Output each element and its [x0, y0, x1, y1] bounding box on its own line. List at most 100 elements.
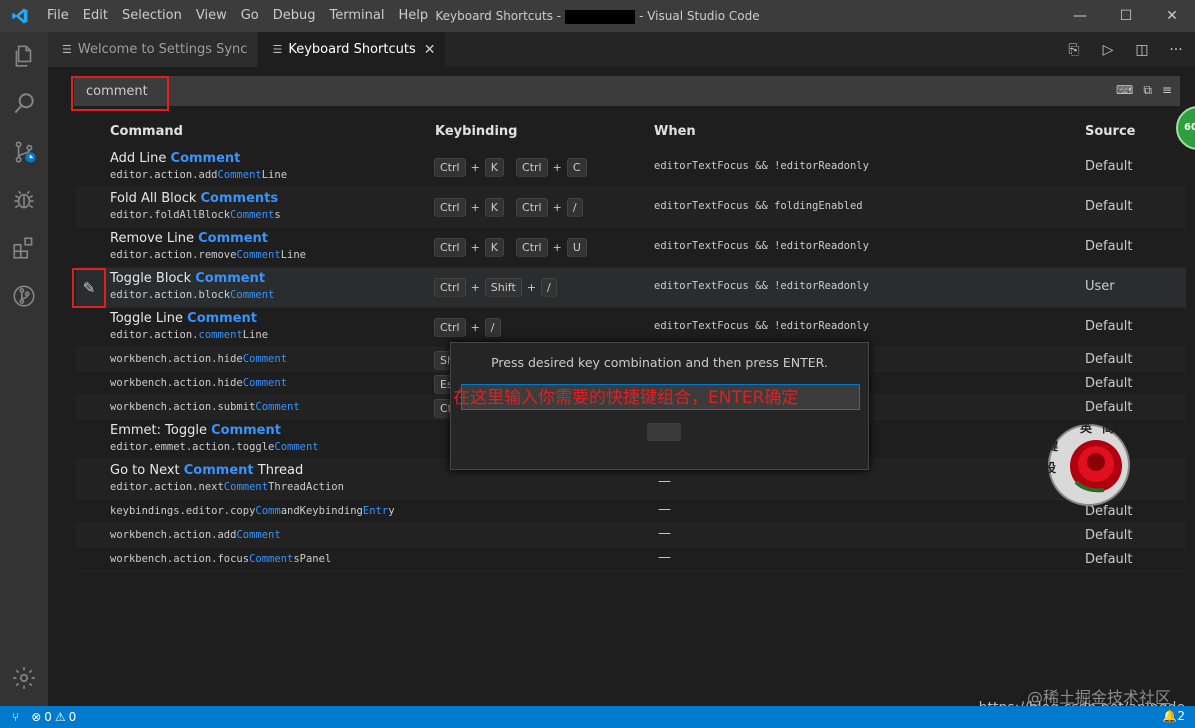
key-label: Ctrl — [434, 318, 466, 337]
source-label: Default — [1085, 528, 1133, 543]
git-graph-icon[interactable] — [0, 272, 48, 320]
command-id: editor.foldAllBlockComments — [110, 209, 281, 221]
problems-status[interactable]: ⊗ 0 ⚠ 0 — [31, 710, 76, 724]
annotation-text: 在这里输入你需要的快捷键组合，ENTER确定 — [453, 388, 799, 408]
menu-file[interactable]: File — [40, 0, 76, 32]
menu-edit[interactable]: Edit — [76, 0, 115, 32]
rose-char-2: 简 — [1102, 420, 1114, 435]
split-editor-icon[interactable]: ◫ — [1133, 42, 1151, 58]
menu-selection[interactable]: Selection — [115, 0, 189, 32]
column-when[interactable]: When — [654, 124, 696, 139]
key-label: Ctrl — [516, 158, 548, 177]
tab-welcome-settings-sync[interactable]: ☰ Welcome to Settings Sync — [48, 32, 259, 67]
table-row[interactable]: ✎ Toggle Block Comment editor.action.block… — [72, 268, 1186, 308]
menu-terminal[interactable]: Terminal — [323, 0, 392, 32]
menu-view[interactable]: View — [189, 0, 234, 32]
when-clause: editorTextFocus && !editorReadonly — [654, 240, 869, 252]
when-clause: editorTextFocus && foldingEnabled — [654, 200, 863, 212]
command-id: workbench.action.hideComment — [110, 377, 288, 389]
source-control-icon[interactable] — [0, 128, 48, 176]
menu-help[interactable]: Help — [391, 0, 435, 32]
key-label: K — [484, 158, 505, 177]
key-label: / — [566, 198, 583, 217]
vscode-logo-icon — [0, 0, 40, 32]
warning-count: 0 — [68, 710, 77, 724]
source-label: Default — [1085, 239, 1133, 254]
source-label: Default — [1085, 504, 1133, 519]
sort-by-precedence-icon[interactable]: ⧉ — [1143, 83, 1152, 98]
key-label: K — [484, 238, 505, 257]
open-json-icon[interactable]: ⎘ — [1065, 42, 1083, 58]
tab-menu-icon: ☰ — [272, 43, 283, 56]
key-label: Shift — [484, 278, 522, 297]
command-id: editor.emmet.action.toggleComment — [110, 441, 319, 453]
minimize-button[interactable]: — — [1057, 0, 1103, 32]
editor-tabs: ☰ Welcome to Settings Sync ☰ Keyboard Sh… — [48, 32, 1195, 67]
key-label: U — [566, 238, 587, 257]
key-label: Ctrl — [434, 158, 466, 177]
close-tab-icon[interactable]: ✕ — [424, 42, 436, 58]
keybinding: Ctrl + K Ctrl + C — [434, 158, 587, 177]
key-label: Ctrl — [516, 238, 548, 257]
command-title: Fold All Block Comments — [110, 191, 279, 206]
source-label: Default — [1085, 352, 1133, 367]
column-command[interactable]: Command — [110, 124, 183, 139]
command-id: workbench.action.hideComment — [110, 353, 288, 365]
maximize-button[interactable]: ☐ — [1103, 0, 1149, 32]
edit-keybinding-button[interactable]: ✎ — [72, 268, 106, 308]
record-keys-icon[interactable]: ⌨ — [1116, 83, 1133, 98]
extensions-icon[interactable] — [0, 224, 48, 272]
source-label: Default — [1085, 159, 1133, 174]
when-clause: editorTextFocus && !editorReadonly — [654, 280, 869, 292]
search-actions: ⌨ ⧉ ≡ — [1116, 83, 1172, 98]
define-keybinding-dialog: Press desired key combination and then p… — [450, 342, 869, 470]
rose-char-4: 设 — [1046, 460, 1057, 475]
notifications-status[interactable]: 🔔2 — [1162, 709, 1185, 723]
dialog-message: Press desired key combination and then p… — [491, 355, 828, 370]
explorer-icon[interactable] — [0, 32, 48, 80]
tab-keyboard-shortcuts[interactable]: ☰ Keyboard Shortcuts ✕ — [258, 32, 447, 67]
title-bar: File Edit Selection View Go Debug Termin… — [0, 0, 1195, 32]
menu-go[interactable]: Go — [234, 0, 266, 32]
clear-search-icon[interactable]: ≡ — [1162, 83, 1172, 98]
column-keybinding[interactable]: Keybinding — [435, 124, 517, 139]
keybindings-search-input[interactable] — [74, 76, 1074, 106]
keybinding: Ctrl + Shift + / — [434, 278, 557, 297]
table-row[interactable]: workbench.action.focusCommentsPanel — Defa… — [76, 548, 1186, 572]
debug-icon[interactable] — [0, 176, 48, 224]
command-id: workbench.action.submitComment — [110, 401, 300, 413]
key-label: Ctrl — [434, 198, 466, 217]
activity-bar — [0, 32, 48, 706]
table-row[interactable]: keybindings.editor.copyCommandKeybinding… — [76, 500, 1186, 524]
keybinding: Ctrl + K Ctrl + / — [434, 198, 583, 217]
keybinding: Ctrl + / — [434, 318, 501, 337]
more-actions-icon[interactable]: ··· — [1167, 42, 1185, 58]
editor-actions: ⎘ ▷ ◫ ··· — [1065, 32, 1185, 67]
command-id: workbench.action.addComment — [110, 529, 281, 541]
key-label: Ctrl — [434, 238, 466, 257]
search-icon[interactable] — [0, 80, 48, 128]
table-row[interactable]: Add Line Comment editor.action.addComment… — [76, 148, 1186, 188]
rose-char-1: 英 — [1080, 420, 1093, 435]
column-source[interactable]: Source — [1085, 124, 1135, 139]
tab-label: Keyboard Shortcuts — [288, 42, 416, 57]
command-id: editor.action.removeCommentLine — [110, 249, 306, 261]
table-row[interactable]: workbench.action.addComment — Default — [76, 524, 1186, 548]
when-empty: — — [658, 526, 671, 541]
table-row[interactable]: Remove Line Comment editor.action.removeC… — [76, 228, 1186, 268]
remote-icon[interactable]: ⑂ — [12, 710, 19, 724]
close-window-button[interactable]: ✕ — [1149, 0, 1195, 32]
menu-debug[interactable]: Debug — [266, 0, 323, 32]
gear-icon[interactable] — [0, 654, 48, 702]
command-title: Toggle Block Comment — [110, 271, 266, 286]
error-count: 0 — [44, 710, 52, 724]
table-row[interactable]: Fold All Block Comments editor.foldAllBlo… — [76, 188, 1186, 228]
window-title-suffix: - Visual Studio Code — [639, 9, 760, 23]
command-title: Remove Line Comment — [110, 231, 268, 246]
notification-count: 2 — [1177, 709, 1185, 723]
source-label: Default — [1085, 199, 1133, 214]
run-icon[interactable]: ▷ — [1099, 42, 1117, 58]
command-id: workbench.action.focusCommentsPanel — [110, 553, 332, 565]
redacted-block — [565, 9, 636, 24]
rose-ime-icon[interactable]: 英 简 键 设 — [1046, 420, 1132, 506]
